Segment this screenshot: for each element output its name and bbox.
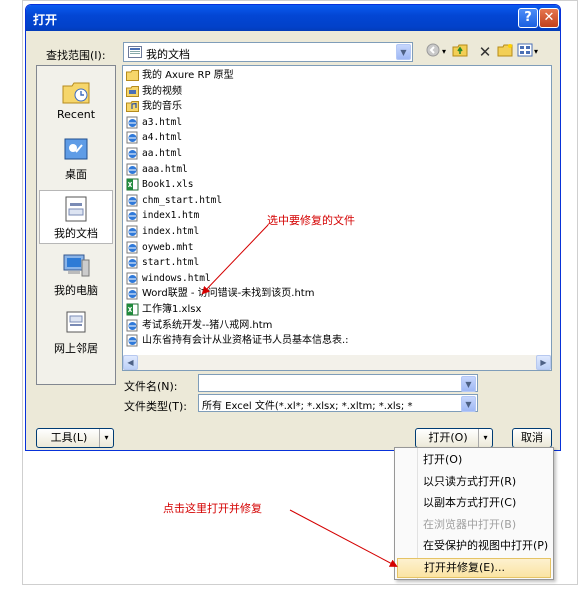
annotation-arrows [201, 224, 398, 567]
arrow-to-repair [289, 509, 398, 567]
arrow-to-file [201, 224, 269, 295]
